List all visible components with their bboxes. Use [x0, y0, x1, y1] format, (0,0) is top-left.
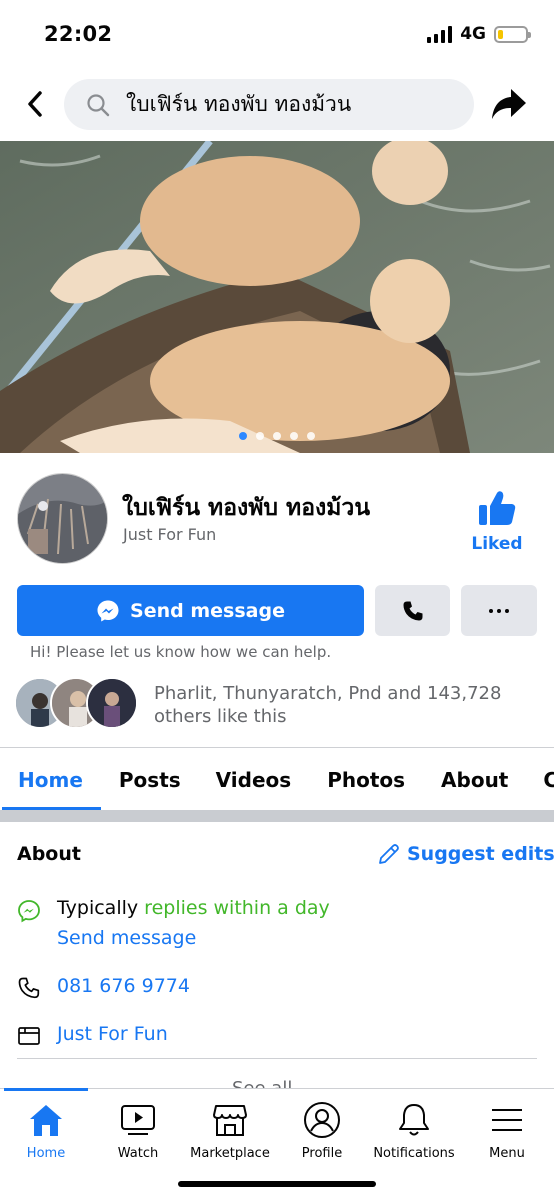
avatar-image	[18, 474, 107, 563]
share-button[interactable]	[489, 86, 529, 122]
nav-notifications-label: Notifications	[373, 1146, 455, 1161]
dot	[489, 608, 493, 613]
carousel-dot[interactable]	[307, 432, 315, 440]
send-message-link[interactable]: Send message	[57, 927, 196, 949]
carousel-dot[interactable]	[273, 432, 281, 440]
suggest-edits-label: Suggest edits	[407, 843, 554, 865]
nav-marketplace[interactable]: Marketplace	[184, 1100, 276, 1161]
tab-community[interactable]: Com	[543, 748, 554, 810]
bell-icon	[399, 1104, 429, 1136]
tab-photos[interactable]: Photos	[327, 748, 405, 810]
friend-avatar[interactable]	[86, 677, 138, 729]
search-icon	[87, 93, 110, 116]
suggest-edits-button[interactable]: Suggest edits	[377, 842, 554, 866]
marketplace-icon	[213, 1105, 247, 1136]
page-avatar[interactable]	[17, 473, 108, 564]
phone-number-link[interactable]: 081 676 9774	[57, 975, 190, 997]
profile-icon	[304, 1102, 340, 1138]
carousel-dot[interactable]	[239, 432, 247, 440]
category-link[interactable]: Just For Fun	[57, 1023, 168, 1045]
share-arrow-icon	[492, 89, 526, 119]
watch-icon	[121, 1105, 155, 1135]
friend-photo	[88, 679, 136, 727]
cover-image	[0, 141, 554, 453]
page-title: ใบเฟิร์น ทองพับ ทองม้วน	[122, 495, 371, 521]
nav-marketplace-label: Marketplace	[190, 1146, 270, 1161]
menu-icon	[492, 1109, 522, 1131]
nav-home[interactable]: Home	[0, 1100, 92, 1161]
nav-active-indicator	[4, 1088, 88, 1091]
nav-profile[interactable]: Profile	[276, 1100, 368, 1161]
page-category: Just For Fun	[123, 525, 217, 544]
dot	[505, 608, 509, 613]
nav-profile-label: Profile	[301, 1146, 343, 1161]
more-options-button[interactable]	[461, 585, 537, 636]
back-button[interactable]	[20, 88, 50, 120]
carousel-indicator	[0, 432, 554, 440]
home-indicator	[178, 1181, 376, 1187]
battery-icon	[494, 25, 531, 43]
nav-home-label: Home	[26, 1146, 66, 1161]
search-input[interactable]: ใบเฟิร์น ทองพับ ทองม้วน	[64, 79, 474, 130]
phone-icon	[18, 977, 40, 999]
nav-watch[interactable]: Watch	[92, 1100, 184, 1161]
page-tabs: Home Posts Videos Photos About Com	[0, 748, 554, 810]
response-time-value: replies within a day	[144, 897, 330, 919]
section-separator	[0, 810, 554, 822]
call-button[interactable]	[375, 585, 450, 636]
greeting-text: Hi! Please let us know how we can help.	[30, 643, 332, 661]
carousel-dot[interactable]	[290, 432, 298, 440]
thumbs-up-icon	[479, 491, 516, 525]
likes-summary[interactable]: Pharlit, Thunyaratch, Pnd and 143,728 ot…	[154, 682, 544, 728]
chevron-left-icon	[28, 91, 42, 117]
messenger-icon	[97, 600, 119, 621]
tab-about[interactable]: About	[441, 748, 508, 810]
response-time-text: Typically replies within a day	[57, 897, 330, 919]
status-time: 22:02	[44, 22, 113, 46]
search-query: ใบเฟิร์น ทองพับ ทองม้วน	[126, 92, 352, 116]
about-heading: About	[17, 843, 81, 865]
send-message-label: Send message	[130, 599, 285, 622]
signal-icon	[427, 25, 453, 43]
network-type: 4G	[460, 24, 486, 44]
tab-posts[interactable]: Posts	[119, 748, 181, 810]
response-prefix: Typically	[57, 897, 139, 919]
tab-videos[interactable]: Videos	[216, 748, 292, 810]
nav-menu-label: Menu	[489, 1146, 525, 1161]
messenger-icon	[18, 900, 40, 923]
category-icon	[18, 1027, 40, 1045]
nav-menu[interactable]: Menu	[461, 1100, 553, 1161]
divider	[17, 1058, 537, 1059]
dot	[497, 608, 501, 613]
tab-home[interactable]: Home	[2, 748, 101, 810]
carousel-dot[interactable]	[256, 432, 264, 440]
pencil-icon	[379, 844, 399, 864]
phone-icon	[403, 601, 422, 620]
liked-button[interactable]: Liked	[466, 490, 528, 560]
liked-label: Liked	[471, 534, 523, 554]
nav-notifications[interactable]: Notifications	[368, 1100, 460, 1161]
status-indicators: 4G	[427, 24, 531, 44]
home-icon	[30, 1105, 62, 1136]
cover-photo[interactable]	[0, 141, 554, 453]
send-message-button[interactable]: Send message	[17, 585, 364, 636]
nav-watch-label: Watch	[117, 1146, 159, 1161]
